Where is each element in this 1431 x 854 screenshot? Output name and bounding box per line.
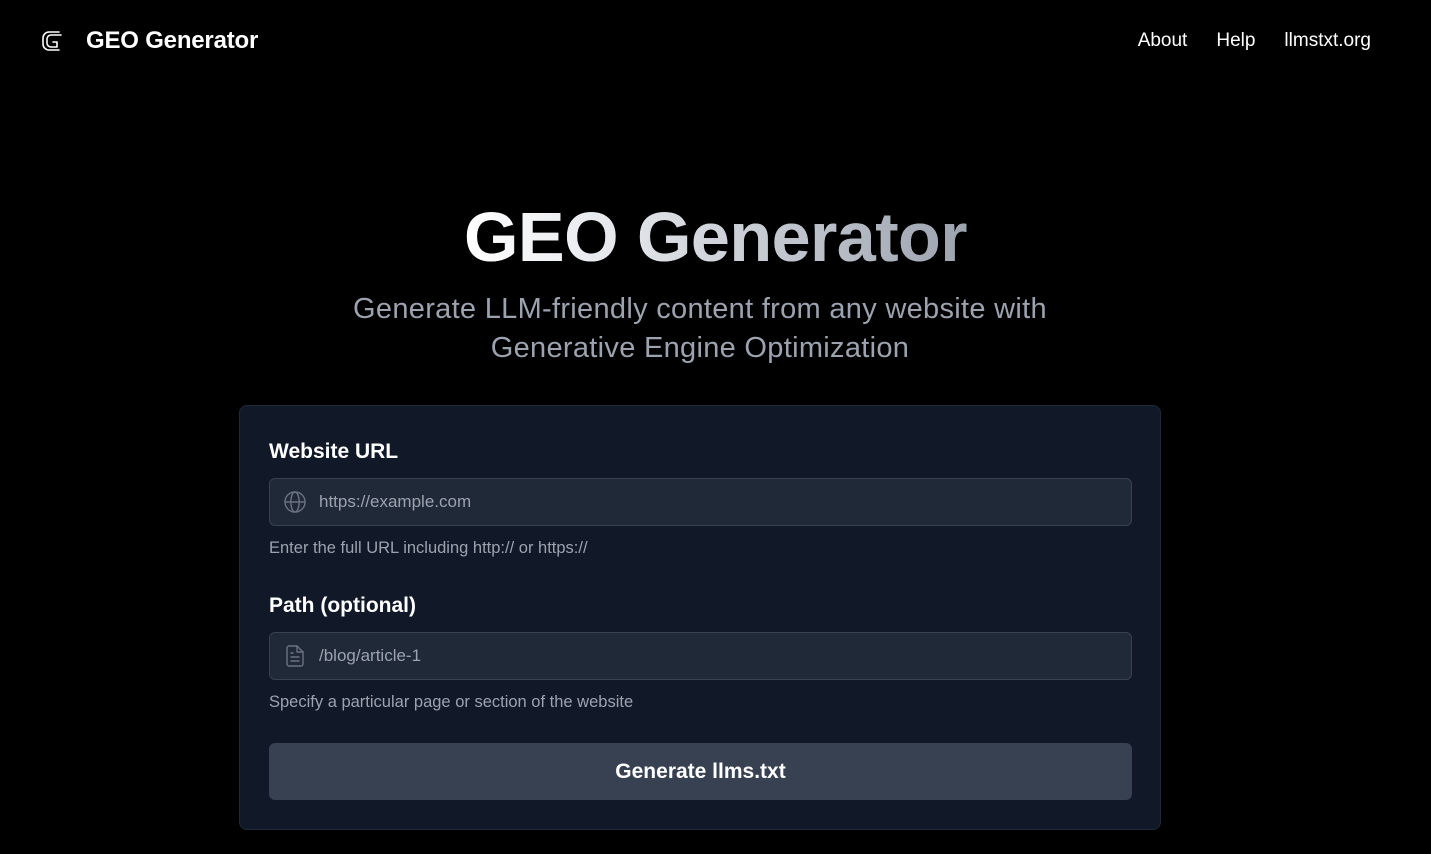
hero-title: GEO Generator (0, 196, 1431, 278)
nav-link-help[interactable]: Help (1216, 30, 1255, 52)
path-label: Path (optional) (269, 594, 416, 617)
path-input-box[interactable] (269, 632, 1132, 680)
brand-name[interactable]: GEO Generator (86, 27, 258, 55)
url-label: Website URL (269, 440, 399, 463)
nav-links: About Help llmstxt.org (1138, 30, 1371, 52)
url-input-box[interactable] (269, 478, 1132, 526)
path-input[interactable] (319, 633, 1131, 679)
url-hint: Enter the full URL including http:// or … (269, 539, 588, 557)
path-hint: Specify a particular page or section of … (269, 693, 634, 711)
brand[interactable]: GEO Generator (40, 27, 258, 55)
page: GEO Generator About Help llmstxt.org GEO… (0, 0, 1431, 854)
hero-subtitle: Generate LLM-friendly content from any w… (353, 293, 1047, 364)
top-nav-bar: GEO Generator About Help llmstxt.org (0, 0, 1431, 82)
nav-link-about[interactable]: About (1138, 30, 1188, 52)
url-input[interactable] (319, 479, 1131, 525)
nav-link-llmstxt[interactable]: llmstxt.org (1284, 30, 1371, 52)
generate-button[interactable]: Generate llms.txt (269, 743, 1132, 800)
geo-logo-icon[interactable] (40, 27, 64, 55)
globe-icon (283, 490, 307, 514)
document-icon (283, 644, 307, 668)
generator-form-card: Website URL Enter the full URL including… (239, 405, 1161, 830)
